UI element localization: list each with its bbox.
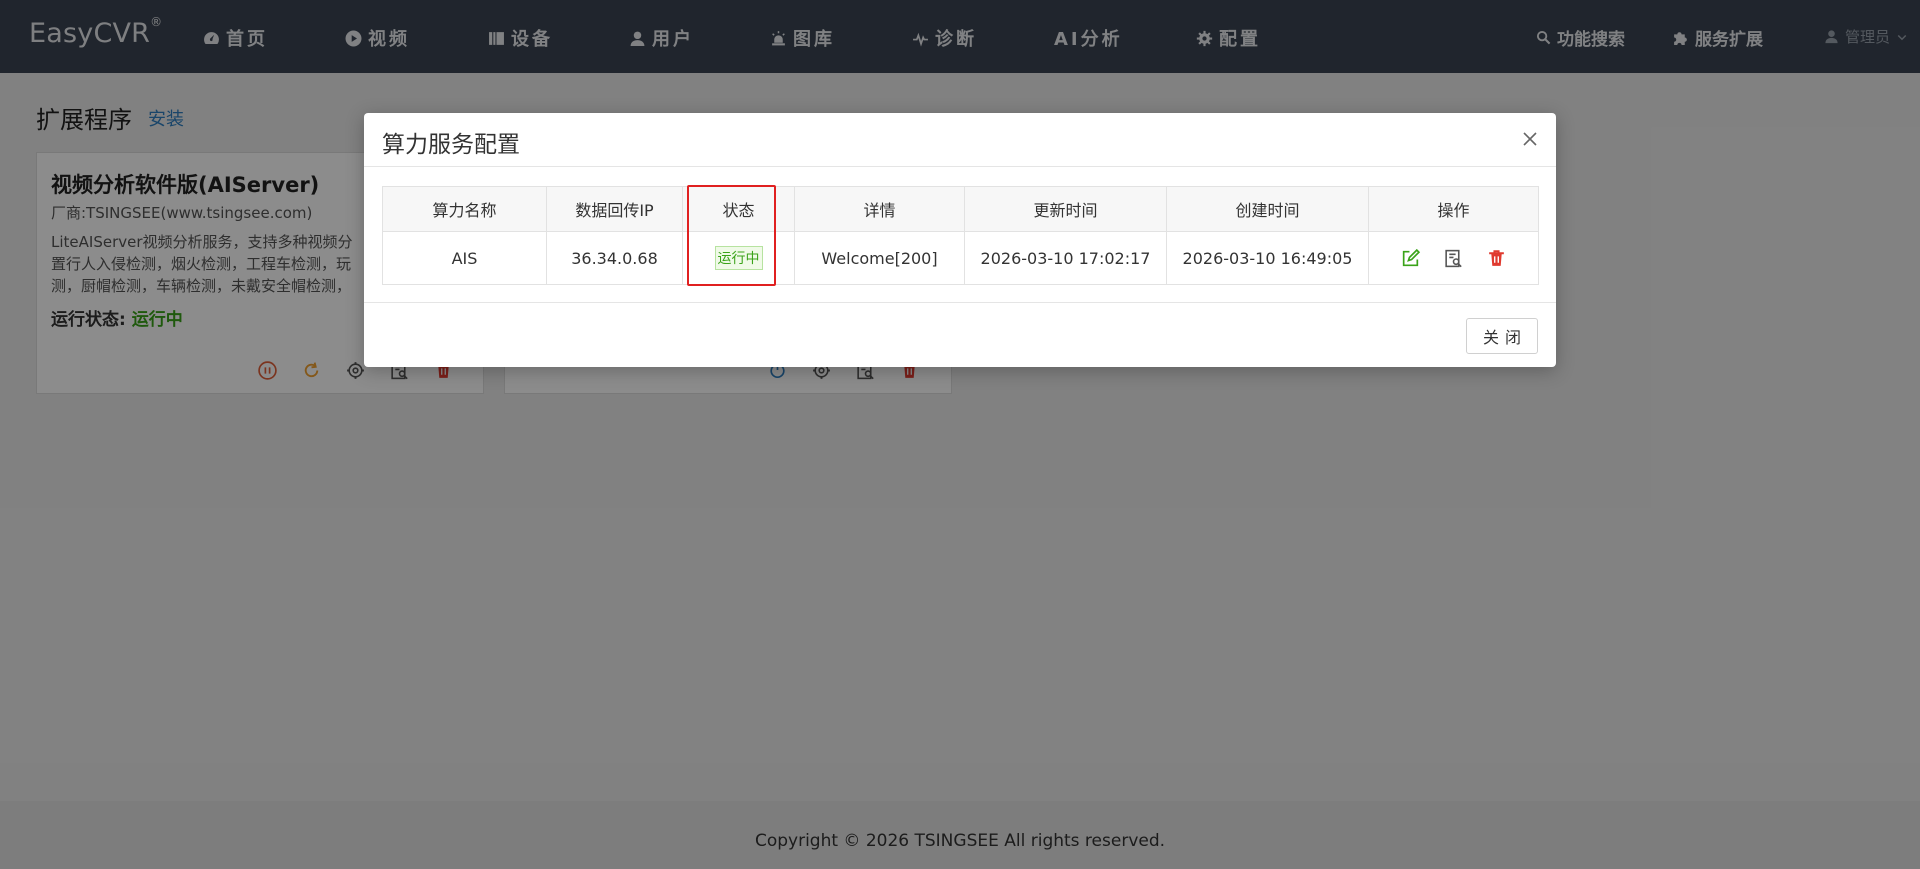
column-header: 操作: [1368, 186, 1539, 232]
compute-service-config-dialog: 算力服务配置 算力名称 数据回传IP 状态 详情 更新时间 创建时间 操作 AI…: [364, 113, 1556, 367]
modal-header: 算力服务配置: [364, 113, 1556, 167]
close-button[interactable]: 关闭: [1466, 318, 1538, 354]
cell-status: 运行中: [682, 231, 795, 285]
cell-created: 2026-03-10 16:49:05: [1166, 231, 1369, 285]
table-row: AIS 36.34.0.68 运行中 Welcome[200] 2026-03-…: [382, 231, 1539, 285]
cell-name: AIS: [382, 231, 547, 285]
modal-body: 算力名称 数据回传IP 状态 详情 更新时间 创建时间 操作 AIS 36.34…: [382, 186, 1539, 285]
close-icon[interactable]: [1520, 129, 1540, 149]
cell-ip: 36.34.0.68: [546, 231, 683, 285]
modal-title: 算力服务配置: [382, 132, 520, 158]
table-header-row: 算力名称 数据回传IP 状态 详情 更新时间 创建时间 操作: [382, 186, 1539, 232]
cell-detail: Welcome[200]: [794, 231, 965, 285]
detail-view-icon[interactable]: [1443, 248, 1464, 269]
cell-updated: 2026-03-10 17:02:17: [964, 231, 1167, 285]
column-header: 算力名称: [382, 186, 547, 232]
column-header: 更新时间: [964, 186, 1167, 232]
modal-footer: 关闭: [364, 302, 1556, 367]
delete-icon[interactable]: [1486, 248, 1507, 269]
column-header: 创建时间: [1166, 186, 1369, 232]
status-badge: 运行中: [714, 246, 763, 270]
cell-operations: [1368, 231, 1539, 285]
compute-service-table: 算力名称 数据回传IP 状态 详情 更新时间 创建时间 操作 AIS 36.34…: [382, 186, 1539, 285]
edit-icon[interactable]: [1400, 248, 1421, 269]
column-header: 数据回传IP: [546, 186, 683, 232]
column-header: 详情: [794, 186, 965, 232]
column-header: 状态: [682, 186, 795, 232]
